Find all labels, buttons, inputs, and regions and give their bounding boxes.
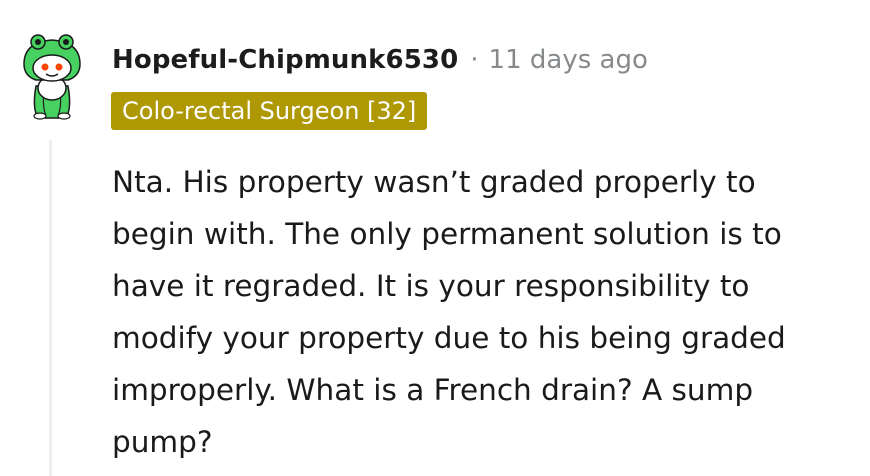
- thread-collapse-line[interactable]: [49, 140, 52, 476]
- author-username[interactable]: Hopeful-Chipmunk6530: [112, 45, 458, 75]
- comment-timestamp[interactable]: 11 days ago: [489, 45, 648, 75]
- comment-body: Nta. His property wasn’t graded properly…: [112, 165, 786, 459]
- snoo-frog-hood-avatar-icon[interactable]: [18, 28, 86, 120]
- user-flair-badge: Colo-rectal Surgeon [32]: [111, 92, 428, 130]
- comment: Hopeful-Chipmunk6530 · 11 days ago Colo-…: [0, 0, 870, 476]
- meta-separator: ·: [470, 45, 479, 75]
- comment-header: Hopeful-Chipmunk6530 · 11 days ago: [112, 42, 648, 78]
